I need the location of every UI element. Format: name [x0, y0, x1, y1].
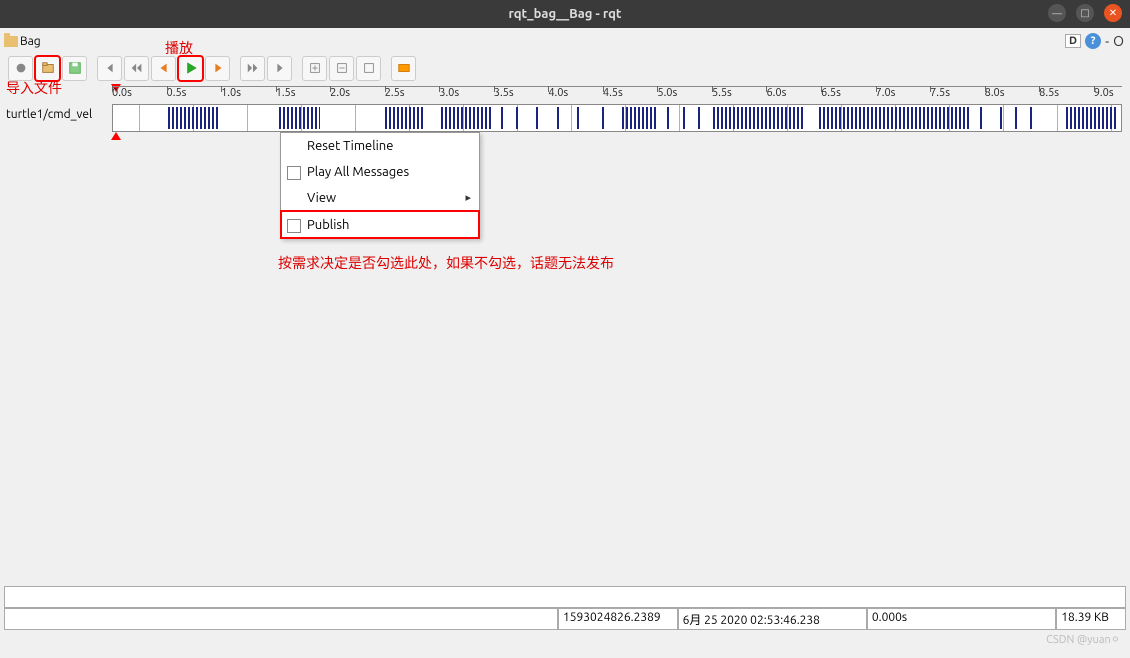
menu-view[interactable]: View: [281, 185, 479, 211]
status-bar: 1593024826.2389 6月 25 2020 02:53:46.238 …: [4, 608, 1126, 630]
playhead-bottom[interactable]: [111, 132, 121, 140]
open-file-button[interactable]: [35, 56, 60, 81]
context-menu: Reset Timeline Play All Messages View Pu…: [280, 132, 480, 239]
tick: 7.0s: [876, 87, 896, 99]
menu-play-all[interactable]: Play All Messages: [281, 159, 479, 185]
window-controls: — □ ✕: [1048, 4, 1122, 22]
message-tick: [980, 107, 982, 129]
message-burst: [713, 107, 804, 129]
message-tick: [683, 107, 685, 129]
play-button[interactable]: [178, 56, 203, 81]
message-tick: [577, 107, 579, 129]
message-tick: [1000, 107, 1002, 129]
folder-icon: [4, 36, 18, 47]
window-title: rqt_bag__Bag - rqt: [509, 7, 622, 21]
timeline-area[interactable]: 0.0s 0.5s 1.0s 1.5s 2.0s 2.5s 3.0s 3.5s …: [4, 86, 1126, 146]
topic-label: turtle1/cmd_vel: [6, 108, 92, 121]
tick: 9.0s: [1094, 87, 1114, 99]
tick: 1.0s: [221, 87, 241, 99]
tick: 1.5s: [276, 87, 296, 99]
tick: 6.0s: [766, 87, 786, 99]
message-tick: [1030, 107, 1032, 129]
minus-icon[interactable]: -: [1105, 33, 1109, 49]
message-burst: [168, 107, 218, 129]
tick: 4.5s: [603, 87, 623, 99]
minimize-button[interactable]: —: [1048, 4, 1066, 22]
watermark: CSDN @yuan⚪: [1046, 633, 1120, 646]
zoom-out-button[interactable]: [329, 56, 354, 81]
message-tick: [698, 107, 700, 129]
message-tick: [501, 107, 503, 129]
status-elapsed: 0.000s: [867, 608, 1056, 630]
help-icon[interactable]: ?: [1085, 33, 1101, 49]
tick: 8.0s: [985, 87, 1005, 99]
tick: 2.0s: [330, 87, 350, 99]
tick: 0.0s: [112, 87, 132, 99]
skip-end-button[interactable]: [267, 56, 292, 81]
zoom-fit-button[interactable]: [356, 56, 381, 81]
maximize-button[interactable]: □: [1076, 4, 1094, 22]
message-burst: [622, 107, 657, 129]
thumbnail-button[interactable]: [391, 56, 416, 81]
message-burst: [279, 107, 319, 129]
toolbar-right: D ? - O: [1065, 33, 1126, 49]
message-tick: [1015, 107, 1017, 129]
record-button[interactable]: [8, 56, 33, 81]
step-forward-button[interactable]: [205, 56, 230, 81]
tick: 6.5s: [821, 87, 841, 99]
main-content: Bag D ? - O 播放 导入文件 0.0s: [0, 28, 1130, 658]
message-tick: [557, 107, 559, 129]
time-ruler[interactable]: 0.0s 0.5s 1.0s 1.5s 2.0s 2.5s 3.0s 3.5s …: [112, 86, 1122, 104]
annotation-publish: 按需求决定是否勾选此处，如果不勾选，话题无法发布: [278, 253, 614, 273]
title-bar: rqt_bag__Bag - rqt — □ ✕: [0, 0, 1130, 28]
status-timestamp: 1593024826.2389: [558, 608, 678, 630]
message-tick: [516, 107, 518, 129]
message-burst: [1066, 107, 1116, 129]
message-tick: [667, 107, 669, 129]
message-burst: [819, 107, 970, 129]
grid-overlay: [113, 105, 1121, 131]
status-filesize: 18.39 KB: [1056, 608, 1126, 630]
tick: 3.0s: [439, 87, 459, 99]
tick: 5.0s: [657, 87, 677, 99]
tick: 0.5s: [167, 87, 187, 99]
message-tick: [602, 107, 604, 129]
tick: 8.5s: [1039, 87, 1059, 99]
save-button[interactable]: [62, 56, 87, 81]
tick: 3.5s: [494, 87, 514, 99]
step-back-button[interactable]: [151, 56, 176, 81]
annotation-play: 播放: [165, 38, 193, 58]
tick: 2.5s: [385, 87, 405, 99]
tick: 5.5s: [712, 87, 732, 99]
close-button[interactable]: ✕: [1104, 4, 1122, 22]
status-datetime: 6月 25 2020 02:53:46.238: [678, 608, 867, 630]
menu-reset-timeline[interactable]: Reset Timeline: [281, 133, 479, 159]
skip-start-button[interactable]: [97, 56, 122, 81]
o-icon[interactable]: O: [1113, 33, 1124, 49]
menu-publish[interactable]: Publish: [281, 211, 479, 238]
tick: 4.0s: [548, 87, 568, 99]
message-track[interactable]: [112, 104, 1122, 132]
d-badge[interactable]: D: [1065, 34, 1081, 48]
zoom-in-button[interactable]: [302, 56, 327, 81]
message-burst: [441, 107, 491, 129]
bag-text: Bag: [20, 35, 41, 48]
bag-label: Bag: [4, 35, 41, 48]
message-burst: [385, 107, 425, 129]
message-tick: [536, 107, 538, 129]
fast-forward-button[interactable]: [240, 56, 265, 81]
status-empty: [4, 608, 558, 630]
tick: 7.5s: [930, 87, 950, 99]
rewind-button[interactable]: [124, 56, 149, 81]
empty-panel: [4, 586, 1126, 608]
